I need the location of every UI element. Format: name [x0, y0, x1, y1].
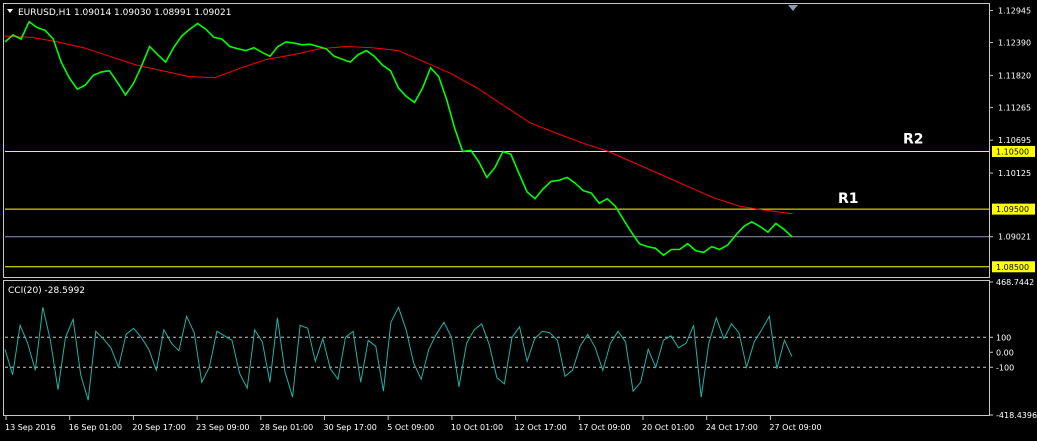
time-tick-label: 12 Oct 17:00	[515, 423, 567, 432]
price-tick-label: 1.12945	[998, 6, 1031, 15]
price-tick-label: 1.11820	[998, 71, 1031, 80]
annotation-r1: R1	[838, 191, 859, 207]
cci-reference-lines	[5, 336, 989, 368]
time-tick-label: 23 Sep 09:00	[196, 423, 249, 432]
time-tick-label: 20 Sep 17:00	[132, 423, 185, 432]
time-tick-label: 5 Oct 09:00	[387, 423, 434, 432]
price-tick-label: 1.10695	[998, 136, 1031, 145]
level-price-badge-text: 1.09500	[996, 205, 1029, 214]
time-tick-label: 10 Oct 01:00	[451, 423, 503, 432]
level-price-badge-text: 1.08500	[996, 263, 1029, 272]
shift-marker-icon[interactable]	[788, 5, 798, 11]
levels-layer	[5, 150, 989, 268]
cci-tick-label: -418.4396	[996, 411, 1037, 420]
price-tick-label: 1.09021	[998, 233, 1031, 242]
time-tick-label: 17 Oct 09:00	[578, 423, 630, 432]
cci-tick-label: 100	[996, 333, 1011, 342]
cci-header: CCI(20) -28.5992	[8, 286, 85, 296]
time-axis: 13 Sep 2016 16 Sep 01:00 20 Sep 17:00 23 Se…	[5, 415, 822, 432]
annotation-r2: R2	[903, 132, 924, 148]
price-tick-label: 1.12390	[998, 38, 1031, 47]
price-tick-label: 1.11265	[998, 103, 1031, 112]
time-tick-label: 16 Sep 01:00	[69, 423, 122, 432]
symbol-header: EURUSD,H1 1.09014 1.09030 1.08991 1.0902…	[18, 8, 231, 18]
cci-tick-label: 0.00	[996, 348, 1014, 357]
time-tick-label: 13 Sep 2016	[5, 423, 56, 432]
moving-average-line	[4, 35, 793, 215]
time-tick-label: 20 Oct 01:00	[642, 423, 694, 432]
time-tick-label: 28 Sep 01:00	[260, 423, 313, 432]
cci-axis: 468.7442 100 0.00 -100 -418.4396	[989, 278, 1037, 420]
chart-canvas: EURUSD,H1 1.09014 1.09030 1.08991 1.0902…	[3, 3, 1037, 432]
time-tick-label: 27 Oct 09:00	[769, 423, 821, 432]
collapse-triangle-icon[interactable]	[7, 9, 13, 13]
level-price-badge-text: 1.10500	[996, 147, 1029, 156]
cci-tick-label: -100	[996, 363, 1014, 372]
cci-line	[4, 306, 793, 401]
price-tick-label: 1.10125	[998, 169, 1031, 178]
cci-panel-frame	[3, 280, 990, 416]
price-axis: 1.12945 1.12390 1.11820 1.11265 1.10695 1.101…	[989, 6, 1035, 273]
cci-tick-label: 468.7442	[996, 278, 1034, 287]
time-tick-label: 30 Sep 17:00	[324, 423, 377, 432]
time-tick-label: 24 Oct 17:00	[706, 423, 758, 432]
chart-window: EURUSD,H1 1.09014 1.09030 1.08991 1.0902…	[0, 0, 1037, 441]
price-line	[4, 20, 793, 257]
